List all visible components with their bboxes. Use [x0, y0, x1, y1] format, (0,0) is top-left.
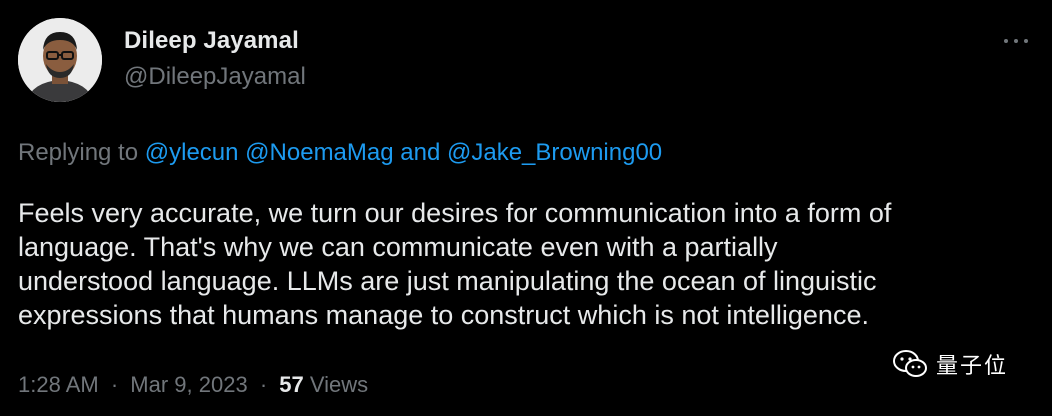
more-horizontal-icon	[1014, 39, 1018, 43]
reply-context: Replying to @ylecun @NoemaMag and @Jake_…	[18, 139, 662, 167]
meta-separator: ·	[259, 372, 268, 397]
avatar[interactable]	[18, 18, 102, 102]
views-label[interactable]: Views	[310, 372, 368, 397]
tweet-meta: 1:28 AM · Mar 9, 2023 · 57 Views	[18, 372, 368, 398]
tweet-text-line: Feels very accurate, we turn our desires…	[18, 198, 892, 228]
tweet-date[interactable]: Mar 9, 2023	[130, 372, 247, 397]
tweet-text: Feels very accurate, we turn our desires…	[18, 196, 1038, 332]
avatar-photo	[18, 18, 102, 102]
views-count[interactable]: 57	[279, 372, 303, 397]
replying-to-label: Replying to	[18, 139, 139, 166]
mention-link[interactable]: @Jake_Browning00	[447, 139, 662, 166]
meta-separator: ·	[110, 372, 119, 397]
wechat-icon	[893, 350, 927, 377]
tweet-time[interactable]: 1:28 AM	[18, 372, 99, 397]
mention-link[interactable]: @NoemaMag	[245, 139, 393, 166]
author-display-name[interactable]: Dileep Jayamal	[124, 27, 299, 55]
watermark: 量子位	[892, 348, 1008, 380]
tweet-text-line: language. That's why we can communicate …	[18, 232, 778, 262]
watermark-text: 量子位	[936, 354, 1009, 379]
mention-link[interactable]: @ylecun	[145, 139, 239, 166]
more-horizontal-icon	[1004, 39, 1008, 43]
tweet-text-line: expressions that humans manage to constr…	[18, 300, 869, 330]
more-horizontal-icon	[1024, 39, 1028, 43]
tweet-text-line: understood language. LLMs are just manip…	[18, 266, 877, 296]
more-options-button[interactable]	[996, 26, 1036, 56]
author-handle[interactable]: @DileepJayamal	[124, 63, 306, 91]
mention-conjunction: and	[400, 139, 441, 166]
